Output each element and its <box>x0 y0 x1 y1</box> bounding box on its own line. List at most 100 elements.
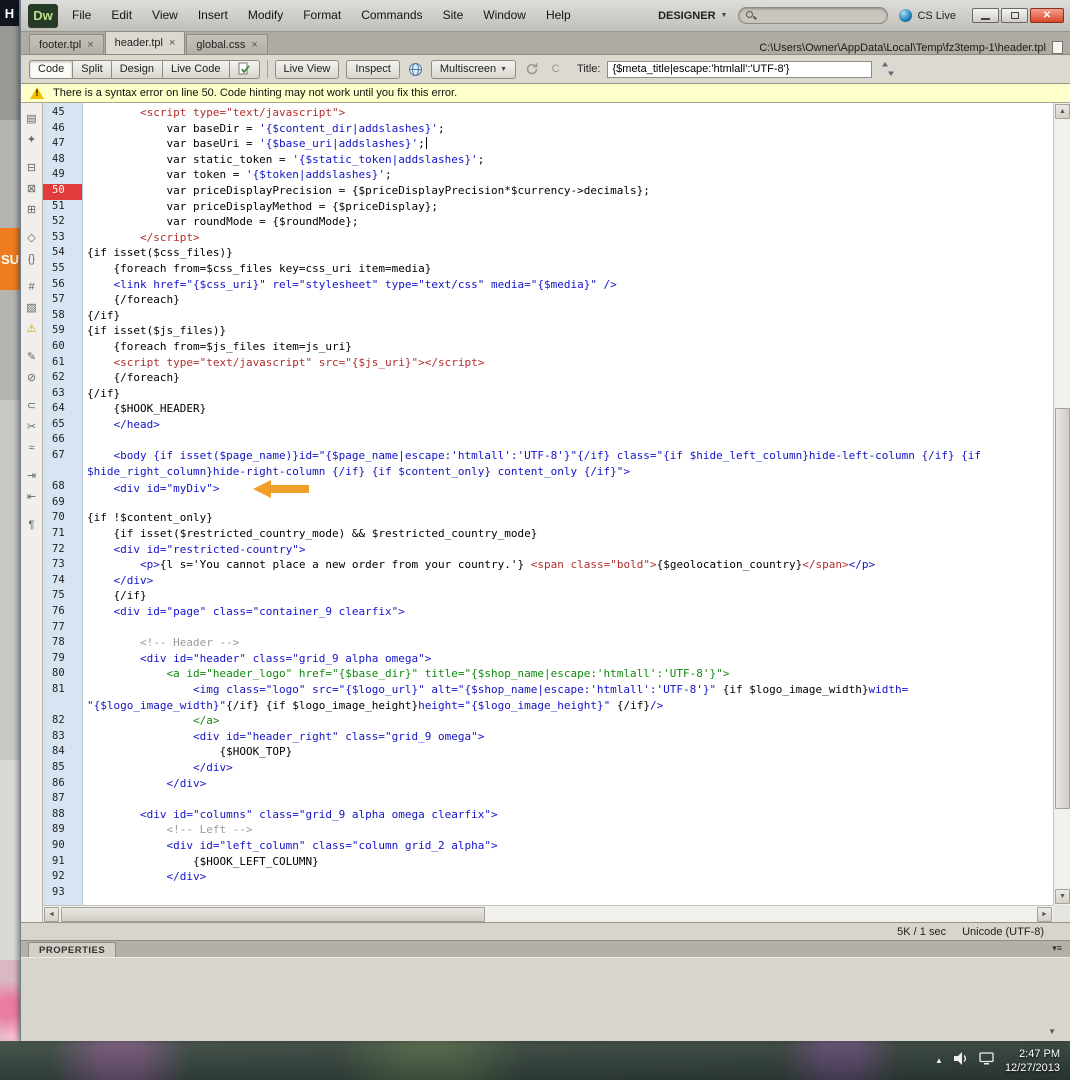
taskbar-clock[interactable]: 2:47 PM 12/27/2013 <box>1005 1047 1060 1075</box>
code-line[interactable]: var priceDisplayMethod = {$priceDisplay}… <box>87 200 1053 216</box>
code-line[interactable]: "{$logo_image_width}"{/if} {if $logo_ima… <box>87 699 1053 715</box>
tab-close-icon[interactable]: × <box>251 39 257 51</box>
code-line[interactable]: </a> <box>87 714 1053 730</box>
workspace-switcher[interactable]: DESIGNER ▼ <box>658 10 727 22</box>
live-view-button[interactable]: Live View <box>274 59 340 79</box>
maximize-button[interactable] <box>1001 8 1028 23</box>
code-line[interactable]: {if isset($restricted_country_mode) && $… <box>87 527 1053 543</box>
code-line[interactable]: {$HOOK_HEADER} <box>87 402 1053 418</box>
code-line[interactable] <box>87 433 1053 449</box>
code-line[interactable] <box>87 792 1053 808</box>
document-title-input[interactable] <box>607 60 873 78</box>
recent-snippets-icon[interactable]: ✂ <box>23 418 41 435</box>
code-line[interactable]: <link href="{$css_uri}" rel="stylesheet"… <box>87 278 1053 294</box>
code-line[interactable]: $hide_right_column}hide-right-column {/i… <box>87 465 1053 481</box>
search-input[interactable] <box>761 9 881 22</box>
code-line[interactable] <box>87 496 1053 512</box>
vertical-scrollbar-thumb[interactable] <box>1055 407 1070 809</box>
scroll-up-icon[interactable]: ▲ <box>1055 104 1070 119</box>
code-line[interactable] <box>87 886 1053 902</box>
code-line[interactable]: </head> <box>87 418 1053 434</box>
menu-commands[interactable]: Commands <box>351 0 432 31</box>
code-line[interactable]: <img class="logo" src="{$logo_url}" alt=… <box>87 683 1053 699</box>
code-line[interactable]: </script> <box>87 231 1053 247</box>
code-line[interactable]: <div id="header" class="grid_9 alpha ome… <box>87 652 1053 668</box>
code-line[interactable]: var token = '{$token|addslashes}'; <box>87 168 1053 184</box>
document-tab-footer.tpl[interactable]: footer.tpl × <box>29 34 104 54</box>
refresh-icon[interactable] <box>523 61 540 78</box>
cs-live-button[interactable]: CS Live <box>899 9 956 22</box>
code-line[interactable]: <p>{l s='You cannot place a new order fr… <box>87 558 1053 574</box>
code-line[interactable]: <div id="columns" class="grid_9 alpha om… <box>87 808 1053 824</box>
code-view-button[interactable]: Code <box>29 59 74 79</box>
code-line[interactable]: {/foreach} <box>87 371 1053 387</box>
code-line[interactable]: </div> <box>87 870 1053 886</box>
code-line[interactable]: {if isset($css_files)} <box>87 246 1053 262</box>
indent-code-icon[interactable]: ⇥ <box>23 467 41 484</box>
code-line[interactable]: </div> <box>87 777 1053 793</box>
search-box[interactable] <box>738 7 889 24</box>
horizontal-scrollbar-thumb[interactable] <box>61 907 486 922</box>
panel-menu-icon[interactable]: ▾≡ <box>1052 943 1070 957</box>
code-line[interactable]: <a id="header_logo" href="{$base_dir}" t… <box>87 667 1053 683</box>
code-view[interactable]: 45 46 47 48 49 50 51 52 53 54 55 56 57 58 59 60 61 62 63 64… <box>43 103 1053 905</box>
code-line[interactable]: <div id="header_right" class="grid_9 ome… <box>87 730 1053 746</box>
code-line[interactable]: </div> <box>87 761 1053 777</box>
design-view-button[interactable]: Design <box>110 59 163 79</box>
code-line[interactable]: {/foreach} <box>87 293 1053 309</box>
menu-window[interactable]: Window <box>473 0 536 31</box>
code-line[interactable] <box>87 621 1053 637</box>
code-line[interactable]: <script type="text/javascript" src="{$js… <box>87 356 1053 372</box>
code-line[interactable]: </div> <box>87 574 1053 590</box>
code-line[interactable]: <!-- Header --> <box>87 636 1053 652</box>
menu-edit[interactable]: Edit <box>101 0 142 31</box>
code-line[interactable]: {foreach from=$css_files key=css_uri ite… <box>87 262 1053 278</box>
remove-comment-icon[interactable]: ⊘ <box>23 369 41 386</box>
code-line[interactable]: <div id="restricted-country"> <box>87 543 1053 559</box>
highlight-invalid-code-icon[interactable]: ▨ <box>23 299 41 316</box>
background-window-icon[interactable]: H <box>0 0 19 26</box>
syntax-error-alerts-icon[interactable]: ⚠ <box>23 320 41 337</box>
minimize-button[interactable] <box>972 8 999 23</box>
split-view-button[interactable]: Split <box>72 59 112 79</box>
document-tab-header.tpl[interactable]: header.tpl × <box>104 31 186 54</box>
code-line[interactable]: var roundMode = {$roundMode}; <box>87 215 1053 231</box>
scroll-right-icon[interactable]: ► <box>1037 907 1052 922</box>
code-line[interactable]: {if isset($js_files)} <box>87 324 1053 340</box>
code-line[interactable]: <!-- Left --> <box>87 823 1053 839</box>
multiscreen-button[interactable]: Multiscreen ▼ <box>430 59 517 79</box>
tab-close-icon[interactable]: × <box>169 37 175 49</box>
code-pane[interactable]: <script type="text/javascript"> var base… <box>83 103 1053 905</box>
code-line[interactable]: <div id="left_column" class="column grid… <box>87 839 1053 855</box>
code-line[interactable]: <div id="myDiv"> <box>87 480 1053 499</box>
scroll-down-icon[interactable]: ▼ <box>1055 889 1070 904</box>
code-line[interactable]: {$HOOK_TOP} <box>87 745 1053 761</box>
volume-icon[interactable] <box>953 1051 968 1070</box>
code-navigator-icon[interactable]: ✦ <box>23 131 41 148</box>
format-source-code-icon[interactable]: ¶ <box>23 516 41 533</box>
collapse-arrow-icon[interactable]: ▼ <box>1048 1027 1056 1036</box>
menu-modify[interactable]: Modify <box>238 0 293 31</box>
menu-view[interactable]: View <box>142 0 188 31</box>
menu-help[interactable]: Help <box>536 0 581 31</box>
file-management-icon[interactable] <box>879 61 896 78</box>
collapse-full-tag-icon[interactable]: ⊟ <box>23 159 41 176</box>
document-tab-global.css[interactable]: global.css × <box>186 34 268 54</box>
select-parent-tag-icon[interactable]: ◇ <box>23 229 41 246</box>
code-line[interactable]: var static_token = '{$static_token|addsl… <box>87 153 1053 169</box>
code-line[interactable]: {foreach from=$js_files item=js_uri} <box>87 340 1053 356</box>
apply-comment-icon[interactable]: ✎ <box>23 348 41 365</box>
code-line[interactable]: var priceDisplayPrecision = {$priceDispl… <box>87 184 1053 200</box>
file-icon[interactable] <box>1052 41 1063 54</box>
hidden-icons-button[interactable]: ▲ <box>935 1056 943 1065</box>
menu-format[interactable]: Format <box>293 0 351 31</box>
code-line[interactable]: {/if} <box>87 387 1053 403</box>
wrap-tag-icon[interactable]: ⊂ <box>23 397 41 414</box>
live-code-button[interactable]: Live Code <box>161 59 230 79</box>
code-line[interactable]: {/if} <box>87 309 1053 325</box>
code-line[interactable]: <script type="text/javascript"> <box>87 106 1053 122</box>
code-line[interactable]: var baseUri = '{$base_uri|addslashes}'; <box>87 137 1053 153</box>
validate-markup-icon[interactable]: C <box>547 61 564 78</box>
menu-file[interactable]: File <box>62 0 101 31</box>
menu-insert[interactable]: Insert <box>188 0 238 31</box>
